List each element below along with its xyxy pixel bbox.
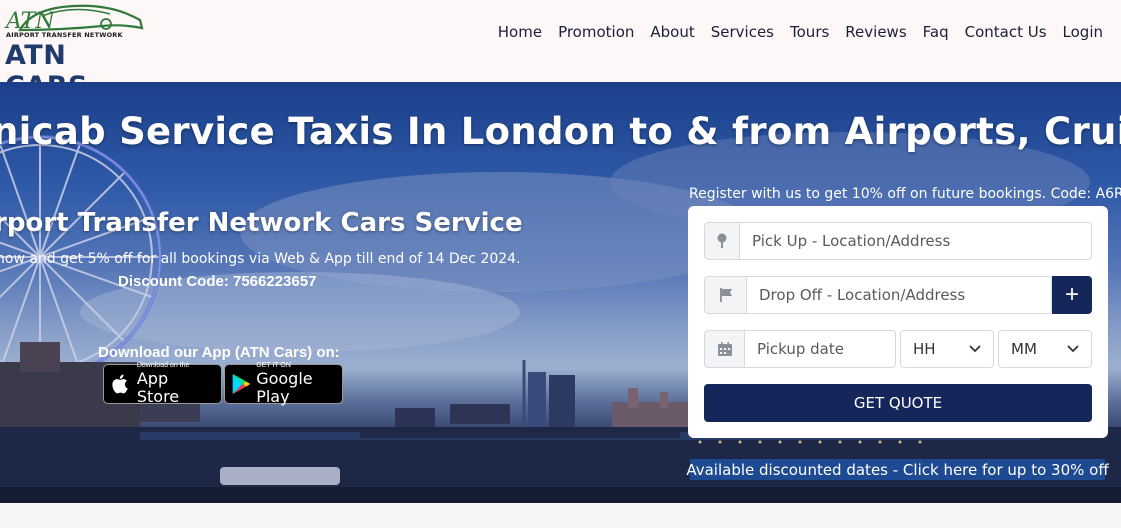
nav-services[interactable]: Services bbox=[703, 21, 782, 43]
hero-offer-text: now and get 5% off for all bookings via … bbox=[0, 251, 521, 267]
hour-select-value: HH bbox=[913, 340, 936, 358]
pickup-field[interactable] bbox=[739, 222, 1092, 260]
main-nav: Home Promotion About Services Tours Revi… bbox=[490, 21, 1111, 43]
discount-code: Discount Code: 7566223657 bbox=[118, 273, 317, 290]
dropoff-row: + bbox=[704, 276, 1092, 314]
register-offer-text: Register with us to get 10% off on futur… bbox=[689, 186, 1121, 202]
nav-contact-us[interactable]: Contact Us bbox=[957, 21, 1055, 43]
calendar-icon bbox=[704, 330, 744, 368]
flag-icon bbox=[704, 276, 746, 314]
pickup-date-input[interactable] bbox=[757, 340, 883, 358]
minute-select[interactable]: MM bbox=[998, 330, 1092, 368]
site-header: ATN AIRPORT TRANSFER NETWORK ATN CARS Ho… bbox=[0, 0, 1121, 102]
chevron-down-icon bbox=[1067, 345, 1079, 353]
google-play-button[interactable]: GET IT ON Google Play bbox=[224, 362, 343, 406]
nav-reviews[interactable]: Reviews bbox=[837, 21, 914, 43]
discounted-dates-link[interactable]: Available discounted dates - Click here … bbox=[686, 459, 1109, 480]
app-store-button[interactable]: Download on the App Store bbox=[103, 362, 222, 406]
hero-title: nicab Service Taxis In London to & from … bbox=[0, 110, 1121, 153]
apple-icon bbox=[112, 374, 128, 394]
chevron-down-icon bbox=[969, 345, 981, 353]
minute-select-value: MM bbox=[1011, 340, 1037, 358]
add-stop-button[interactable]: + bbox=[1052, 276, 1092, 314]
nav-home[interactable]: Home bbox=[490, 21, 550, 43]
booking-form: + HH MM GET QUOTE bbox=[688, 206, 1108, 438]
logo[interactable]: ATN AIRPORT TRANSFER NETWORK ATN CARS bbox=[0, 0, 150, 102]
get-quote-button[interactable]: GET QUOTE bbox=[704, 384, 1092, 422]
hour-select[interactable]: HH bbox=[900, 330, 994, 368]
app-store-big-text: App Store bbox=[136, 369, 180, 406]
dropoff-input[interactable] bbox=[759, 286, 1039, 304]
map-marker-icon bbox=[704, 222, 739, 260]
google-play-big-text: Google Play bbox=[256, 369, 313, 406]
nav-login[interactable]: Login bbox=[1055, 21, 1111, 43]
google-play-icon bbox=[232, 373, 251, 395]
hero-subtitle: rport Transfer Network Cars Service bbox=[0, 208, 523, 238]
app-download-title: Download our App (ATN Cars) on: bbox=[98, 344, 340, 361]
dropoff-field[interactable] bbox=[746, 276, 1052, 314]
page-bottom-strip bbox=[0, 503, 1121, 528]
logo-tagline: AIRPORT TRANSFER NETWORK bbox=[6, 31, 123, 39]
nav-about[interactable]: About bbox=[642, 21, 702, 43]
pickup-row bbox=[704, 222, 1092, 260]
pickup-date-field[interactable] bbox=[744, 330, 896, 368]
nav-tours[interactable]: Tours bbox=[782, 21, 837, 43]
nav-faq[interactable]: Faq bbox=[915, 21, 957, 43]
pickup-input[interactable] bbox=[752, 232, 1079, 250]
hero-banner: nicab Service Taxis In London to & from … bbox=[0, 82, 1121, 503]
datetime-row: HH MM bbox=[704, 330, 1092, 368]
nav-promotion[interactable]: Promotion bbox=[550, 21, 642, 43]
